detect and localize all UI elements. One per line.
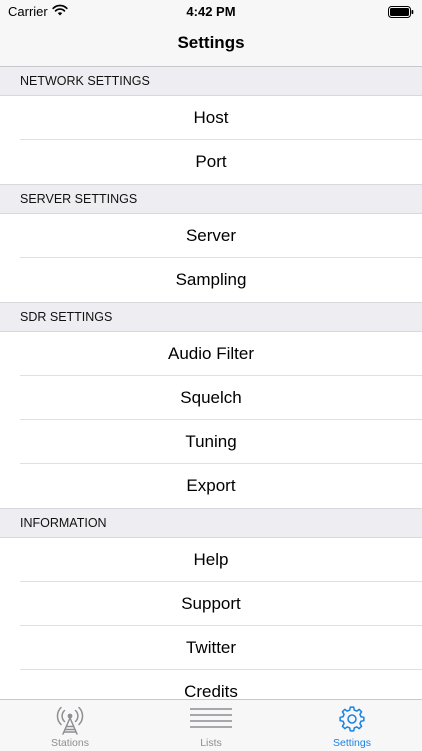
battery-icon (388, 5, 414, 23)
settings-cell-support[interactable]: Support (0, 582, 422, 626)
tab-lists-label: Lists (200, 737, 222, 749)
settings-cell-squelch[interactable]: Squelch (0, 376, 422, 420)
tab-stations-label: Stations (51, 737, 89, 749)
settings-cell-host[interactable]: Host (0, 96, 422, 140)
settings-list[interactable]: NETWORK SETTINGS Host Port SERVER SETTIN… (0, 67, 422, 699)
tab-bar: Stations Lists Settings (0, 699, 422, 751)
tab-lists[interactable]: Lists (141, 700, 281, 751)
page-title: Settings (177, 33, 245, 52)
tab-settings[interactable]: Settings (282, 700, 422, 751)
list-icon (189, 705, 233, 736)
gear-icon (338, 705, 366, 738)
navigation-bar: Settings (0, 22, 422, 67)
tab-settings-label: Settings (333, 737, 371, 749)
status-bar: Carrier 4:42 PM (0, 0, 422, 22)
section-header-sdr: SDR SETTINGS (0, 302, 422, 332)
settings-cell-help[interactable]: Help (0, 538, 422, 582)
antenna-icon (56, 705, 84, 740)
settings-cell-credits[interactable]: Credits (0, 670, 422, 699)
section-header-network: NETWORK SETTINGS (0, 67, 422, 96)
settings-cell-twitter[interactable]: Twitter (0, 626, 422, 670)
tab-stations[interactable]: Stations (0, 700, 140, 751)
settings-cell-port[interactable]: Port (0, 140, 422, 184)
settings-cell-export[interactable]: Export (0, 464, 422, 508)
settings-cell-sampling[interactable]: Sampling (0, 258, 422, 302)
settings-cell-server[interactable]: Server (0, 214, 422, 258)
settings-cell-tuning[interactable]: Tuning (0, 420, 422, 464)
section-header-server: SERVER SETTINGS (0, 184, 422, 214)
section-header-information: INFORMATION (0, 508, 422, 538)
settings-cell-audio-filter[interactable]: Audio Filter (0, 332, 422, 376)
clock-time: 4:42 PM (186, 4, 236, 19)
